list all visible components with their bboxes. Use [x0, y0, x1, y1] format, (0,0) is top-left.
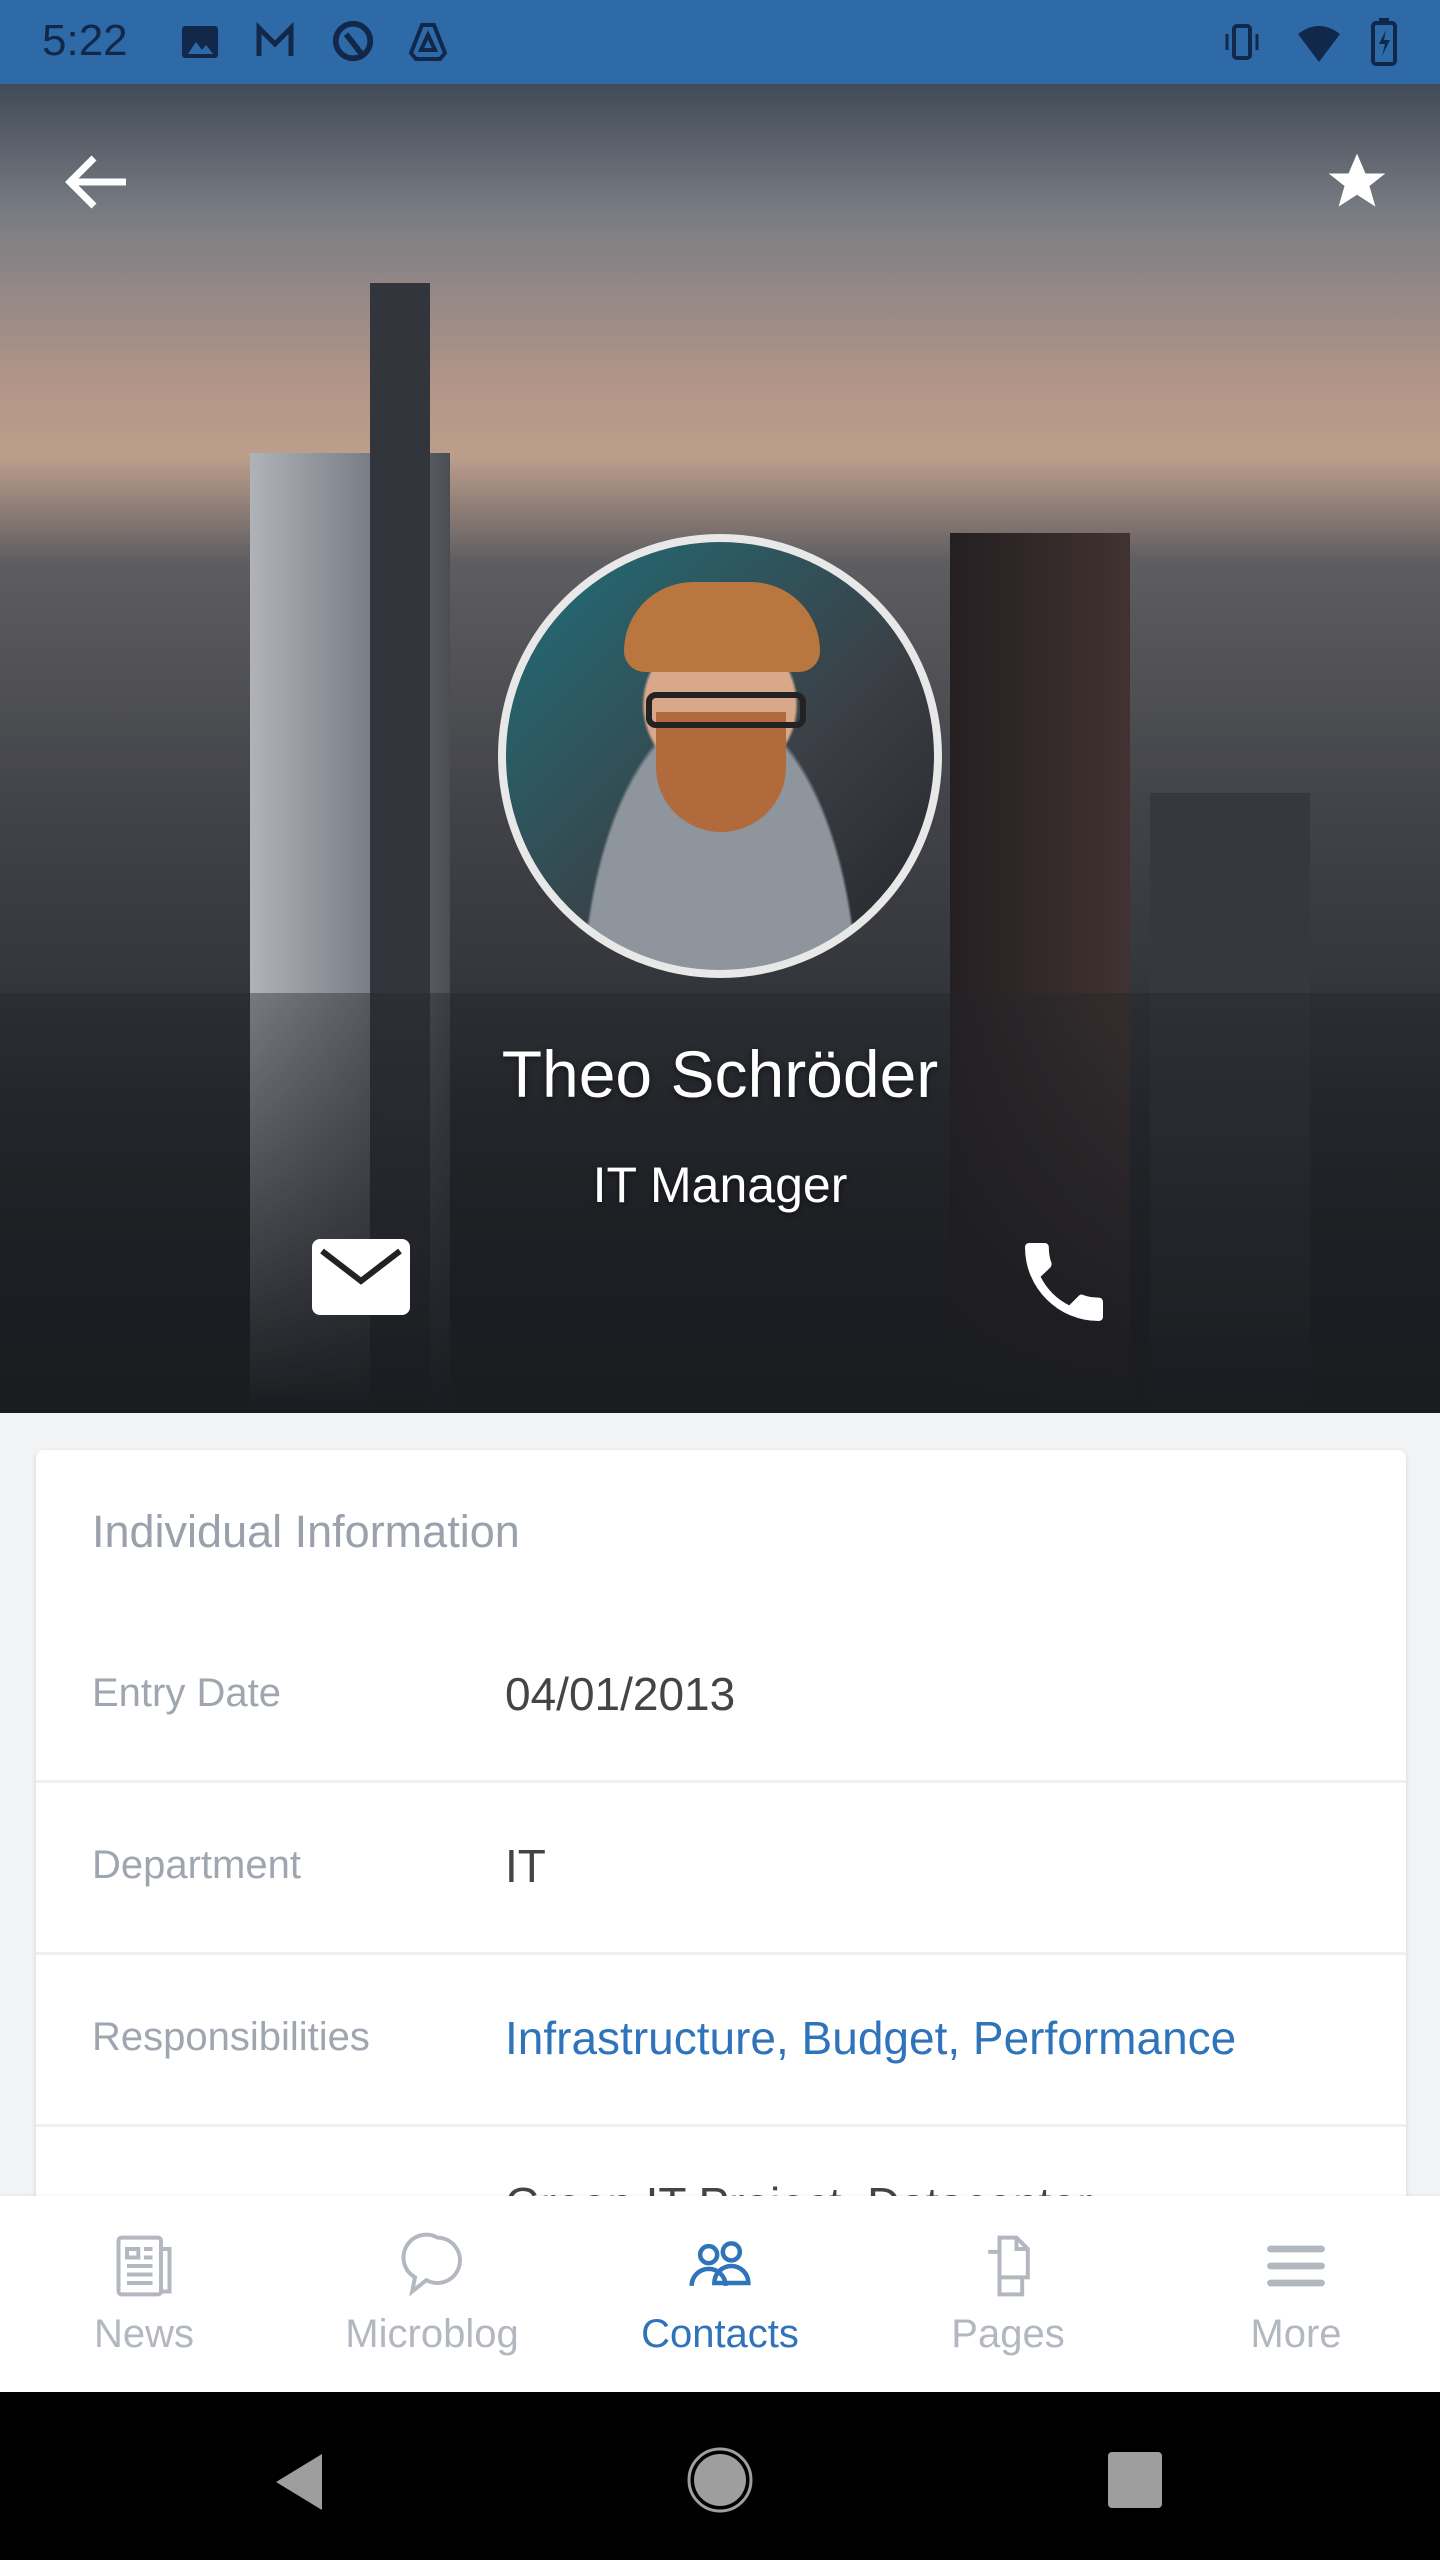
- tab-label: Microblog: [345, 2312, 519, 2356]
- tab-more[interactable]: More: [1152, 2196, 1440, 2392]
- star-icon[interactable]: [1322, 148, 1392, 216]
- row-value: IT: [505, 1840, 546, 1892]
- tab-label: Contacts: [641, 2312, 799, 2356]
- sync-icon: [332, 20, 374, 62]
- row-label: Responsibilities: [92, 2015, 370, 2059]
- back-icon[interactable]: [272, 2452, 328, 2512]
- menu-icon: [1267, 2245, 1325, 2287]
- tab-label: More: [1250, 2312, 1342, 2356]
- tab-label: News: [93, 2312, 195, 2356]
- tab-microblog[interactable]: Microblog: [288, 2196, 576, 2392]
- chat-bubbles-icon: [401, 2232, 462, 2297]
- individual-information-card: Individual Information Entry Date 04/01/2…: [36, 1450, 1406, 2250]
- image-icon: [182, 26, 218, 58]
- drive-icon: [408, 23, 448, 61]
- row-label: Department: [92, 1843, 301, 1887]
- home-icon[interactable]: [686, 2446, 754, 2514]
- info-row-responsibilities: Responsibilities Infrastructure, Budget, …: [36, 1955, 1406, 2127]
- wifi-icon: [1298, 26, 1340, 62]
- status-bar: 5:22: [0, 0, 1440, 84]
- tab-label: Pages: [951, 2312, 1065, 2356]
- tab-pages[interactable]: Pages: [864, 2196, 1152, 2392]
- back-arrow-icon[interactable]: [62, 150, 132, 214]
- recents-icon[interactable]: [1108, 2452, 1162, 2508]
- row-label: Entry Date: [92, 1671, 281, 1715]
- info-row-department: Department IT: [36, 1783, 1406, 1955]
- newspaper-icon: [116, 2235, 172, 2297]
- pages-icon: [988, 2235, 1030, 2297]
- info-row-entry-date: Entry Date 04/01/2013: [36, 1611, 1406, 1783]
- bottom-navigation: News Microblog Contacts Pages More: [0, 2196, 1440, 2392]
- tab-news[interactable]: News: [0, 2196, 288, 2392]
- people-icon: [689, 2241, 751, 2287]
- profile-title: IT Manager: [592, 1157, 848, 1213]
- tab-contacts[interactable]: Contacts: [576, 2196, 864, 2392]
- avatar: [498, 534, 942, 978]
- card-title: Individual Information: [92, 1506, 520, 1557]
- profile-name: Theo Schröder: [501, 1037, 939, 1111]
- vibrate-icon: [1225, 24, 1259, 60]
- phone-icon[interactable]: [1012, 1230, 1116, 1334]
- mail-icon[interactable]: [312, 1239, 410, 1315]
- gmail-icon: [256, 22, 294, 56]
- profile-header: Theo Schröder IT Manager: [0, 84, 1440, 1413]
- responsibilities-link[interactable]: Infrastructure, Budget, Performance: [505, 2011, 1236, 2065]
- row-value: 04/01/2013: [505, 1668, 736, 1720]
- battery-charging-icon: [1371, 18, 1397, 66]
- system-navigation-bar: [0, 2392, 1440, 2560]
- status-time: 5:22: [42, 16, 128, 65]
